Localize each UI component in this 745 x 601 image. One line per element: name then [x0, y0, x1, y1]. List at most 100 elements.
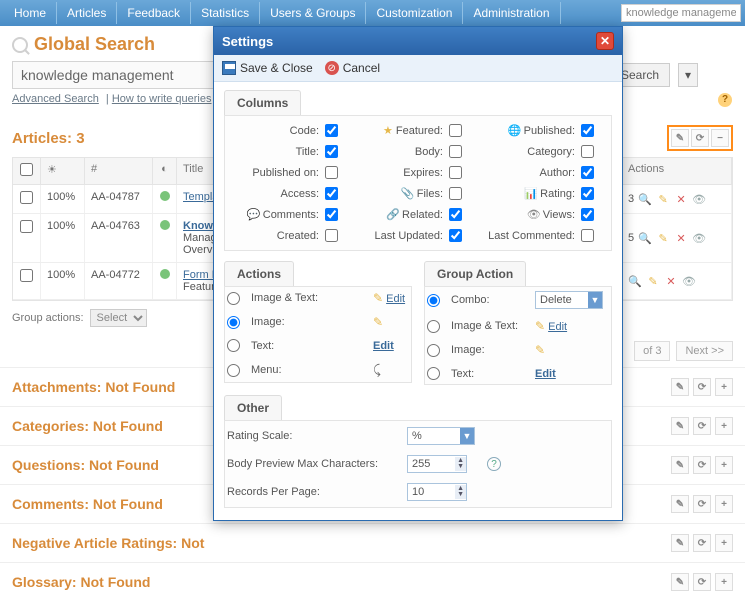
cancel-label: Cancel [343, 61, 380, 75]
columns-section-tab: Columns [224, 90, 301, 115]
column-option-label: Access: [233, 188, 325, 200]
column-option-label: Category: [473, 146, 581, 158]
column-option-label: Last Updated: [349, 230, 449, 242]
clip-icon: 📎 [401, 187, 414, 200]
save-close-button[interactable]: Save & Close [222, 61, 313, 75]
actions-menu-label: Menu: [251, 364, 367, 376]
column-option-label: Expires: [349, 167, 449, 179]
spinner-down-icon[interactable]: ▼ [457, 464, 464, 470]
column-option-checkbox[interactable] [325, 145, 338, 158]
group-action-section: Combo: Delete ▼ Image & Text: ✎ Edit Imag… [424, 286, 612, 385]
save-icon [222, 61, 236, 75]
group-image-radio[interactable] [427, 344, 440, 357]
actions-image-label: Image: [251, 316, 367, 328]
other-section: Rating Scale: %▼ Body Preview Max Charac… [224, 420, 612, 508]
rating-scale-label: Rating Scale: [227, 430, 407, 442]
other-section-tab: Other [224, 395, 282, 420]
column-option-label: 🌐Published: [473, 124, 581, 137]
edit-icon[interactable]: ✎ [671, 573, 689, 591]
column-option-checkbox[interactable] [581, 229, 594, 242]
column-option-checkbox[interactable] [581, 145, 594, 158]
rating-scale-value: % [412, 430, 422, 442]
records-per-page-value: 10 [412, 486, 424, 498]
save-close-label: Save & Close [240, 61, 313, 75]
actions-menu-radio[interactable] [227, 364, 240, 377]
column-option-checkbox[interactable] [581, 187, 594, 200]
column-option-label: Author: [473, 167, 581, 179]
column-option-checkbox[interactable] [581, 208, 594, 221]
actions-text-radio[interactable] [227, 339, 240, 352]
body-preview-value: 255 [412, 458, 430, 470]
records-per-page-spinner[interactable]: 10▲▼ [407, 483, 467, 501]
cancel-icon: ⊘ [325, 61, 339, 75]
column-option-label: 📊Rating: [473, 187, 581, 200]
column-option-checkbox[interactable] [449, 208, 462, 221]
modal-overlay: Settings ✕ Save & Close ⊘ Cancel Columns… [0, 0, 745, 561]
dialog-title: Settings [222, 34, 273, 49]
group-combo-value: Delete [540, 294, 572, 306]
column-option-checkbox[interactable] [449, 145, 462, 158]
body-preview-spinner[interactable]: 255▲▼ [407, 455, 467, 473]
column-option-label: 👁Views: [473, 208, 581, 221]
pencil-icon: ✎ [535, 319, 545, 333]
actions-section-tab: Actions [224, 261, 294, 286]
column-option-checkbox[interactable] [581, 166, 594, 179]
group-combo-radio[interactable] [427, 294, 440, 307]
group-edit-link[interactable]: Edit [548, 321, 567, 333]
column-option-checkbox[interactable] [325, 124, 338, 137]
refresh-icon[interactable]: ⟳ [693, 573, 711, 591]
group-combo-label: Combo: [451, 294, 529, 306]
rating-scale-select[interactable]: %▼ [407, 427, 475, 445]
column-option-checkbox[interactable] [581, 124, 594, 137]
group-image-label: Image: [451, 344, 529, 356]
records-per-page-label: Records Per Page: [227, 486, 407, 498]
column-option-checkbox[interactable] [449, 229, 462, 242]
column-option-label: 💬Comments: [233, 208, 325, 221]
actions-edit-link[interactable]: Edit [373, 340, 409, 352]
group-image-text-radio[interactable] [427, 320, 440, 333]
group-edit-link[interactable]: Edit [535, 368, 609, 380]
column-option-label: ★Featured: [349, 124, 449, 137]
bars-icon: 📊 [524, 187, 537, 200]
star-icon: ★ [380, 124, 393, 137]
group-image-text-label: Image & Text: [451, 320, 529, 332]
actions-image-text-label: Image & Text: [251, 292, 367, 304]
column-option-label: Created: [233, 230, 325, 242]
pencil-icon[interactable]: ✎ [535, 343, 609, 357]
columns-section: Code: ★Featured: 🌐Published: Title: Body: Cat… [224, 115, 612, 251]
column-option-label: 📎Files: [349, 187, 449, 200]
actions-image-radio[interactable] [227, 316, 240, 329]
settings-dialog: Settings ✕ Save & Close ⊘ Cancel Columns… [213, 26, 623, 521]
group-action-section-tab: Group Action [424, 261, 526, 286]
eye-icon: 👁 [527, 208, 540, 221]
body-preview-label: Body Preview Max Characters: [227, 458, 407, 470]
actions-text-label: Text: [251, 340, 367, 352]
column-option-checkbox[interactable] [325, 229, 338, 242]
actions-image-text-radio[interactable] [227, 292, 240, 305]
chevron-down-icon: ▼ [588, 292, 602, 308]
column-option-checkbox[interactable] [449, 187, 462, 200]
actions-section: Image & Text: ✎ Edit Image: ✎ Text: Edit… [224, 286, 412, 383]
actions-edit-link[interactable]: Edit [386, 293, 405, 305]
column-option-label: 🔗Related: [349, 208, 449, 221]
column-option-checkbox[interactable] [325, 166, 338, 179]
column-option-label: Body: [349, 146, 449, 158]
column-option-checkbox[interactable] [325, 187, 338, 200]
column-option-label: Last Commented: [473, 230, 581, 242]
column-option-checkbox[interactable] [449, 124, 462, 137]
column-option-checkbox[interactable] [325, 208, 338, 221]
expand-icon[interactable]: + [715, 573, 733, 591]
glossary-heading: Glossary: Not Found [12, 574, 150, 590]
group-combo-select[interactable]: Delete ▼ [535, 291, 603, 309]
globe-icon: 🌐 [508, 124, 521, 137]
close-button[interactable]: ✕ [596, 32, 614, 50]
column-option-label: Title: [233, 146, 325, 158]
cursor-icon: ⤹ [373, 362, 409, 378]
help-icon[interactable]: ? [487, 457, 501, 471]
pencil-icon[interactable]: ✎ [373, 315, 409, 329]
column-option-checkbox[interactable] [449, 166, 462, 179]
group-text-radio[interactable] [427, 367, 440, 380]
column-option-label: Code: [233, 125, 325, 137]
spinner-down-icon[interactable]: ▼ [457, 492, 464, 498]
cancel-button[interactable]: ⊘ Cancel [325, 61, 380, 75]
